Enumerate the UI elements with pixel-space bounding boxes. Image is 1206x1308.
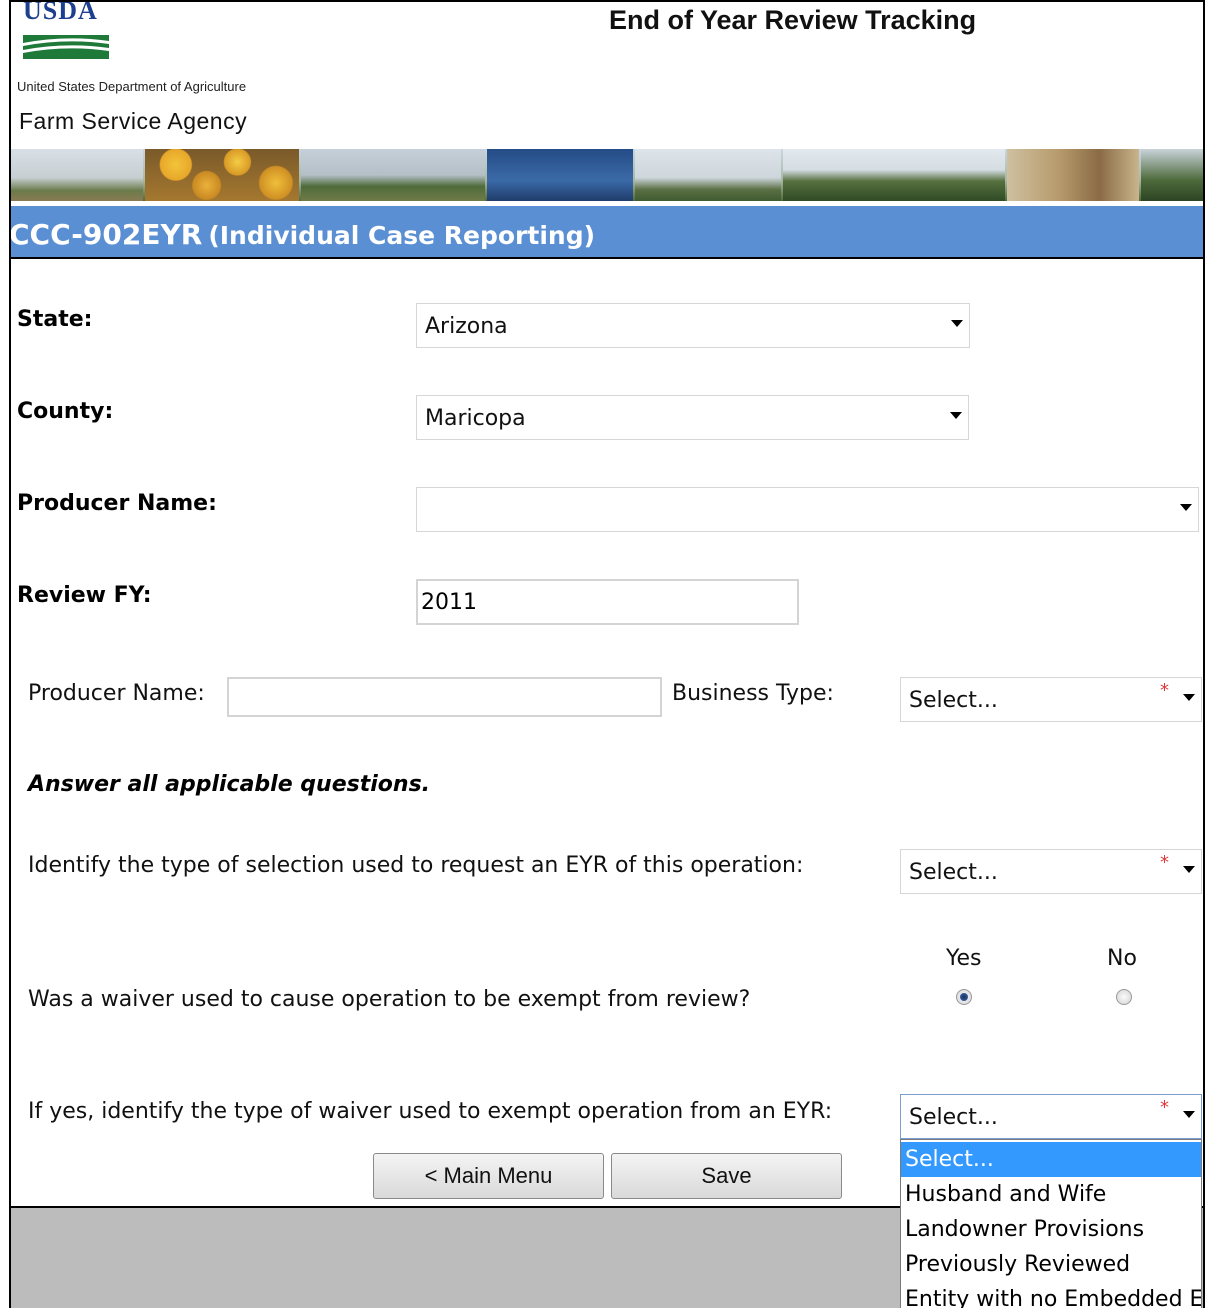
chevron-down-icon (951, 320, 963, 327)
app-title: End of Year Review Tracking (609, 5, 977, 35)
form-title: CCC-902EYR (Individual Case Reporting) (9, 218, 596, 251)
producer-name-select[interactable] (416, 487, 1199, 532)
usda-logo-fields-icon (23, 35, 109, 59)
main-menu-button[interactable]: < Main Menu (373, 1153, 604, 1199)
form-title-code: CCC-902EYR (9, 218, 203, 251)
business-type-label: Business Type: (672, 681, 834, 706)
usda-logo: USDA (17, 0, 109, 64)
instruction-text: Answer all applicable questions. (28, 772, 431, 797)
county-select-value: Maricopa (425, 406, 526, 431)
waiver-type-label: If yes, identify the type of waiver used… (28, 1099, 833, 1124)
waiver-no-radio[interactable] (1116, 989, 1132, 1005)
state-select-value: Arizona (425, 314, 508, 339)
header-banner-image (11, 149, 1203, 201)
dropdown-option-husband-and-wife[interactable]: Husband and Wife (901, 1177, 1201, 1212)
selection-type-label: Identify the type of selection used to r… (28, 853, 804, 878)
chevron-down-icon (1180, 504, 1192, 511)
county-select[interactable]: Maricopa (416, 395, 969, 440)
dropdown-option-previously-reviewed[interactable]: Previously Reviewed (901, 1247, 1201, 1282)
department-name: United States Department of Agriculture (17, 79, 247, 94)
waiver-type-value: Select... (909, 1105, 998, 1130)
agency-name: Farm Service Agency (19, 108, 248, 134)
state-select[interactable]: Arizona (416, 303, 970, 348)
required-marker: * (1160, 852, 1169, 873)
chevron-down-icon (1183, 694, 1195, 701)
waiver-type-select[interactable]: Select... * (900, 1094, 1202, 1139)
form-title-subtitle: (Individual Case Reporting) (208, 221, 596, 250)
page-frame: USDA United States Department of Agricul… (9, 0, 1205, 1308)
required-marker: * (1160, 1097, 1169, 1118)
usda-logo-text: USDA (23, 0, 98, 25)
waiver-yes-label: Yes (946, 946, 982, 971)
selection-type-value: Select... (909, 860, 998, 885)
waiver-type-dropdown-list: Select... Husband and Wife Landowner Pro… (900, 1139, 1202, 1308)
dropdown-option-landowner-provisions[interactable]: Landowner Provisions (901, 1212, 1201, 1247)
required-marker: * (1160, 680, 1169, 701)
business-type-value: Select... (909, 688, 998, 713)
review-fy-input[interactable]: 2011 (416, 579, 799, 625)
waiver-yes-radio[interactable] (956, 989, 972, 1005)
producer-name-input[interactable] (227, 677, 662, 717)
state-label: State: (17, 307, 93, 332)
save-button[interactable]: Save (611, 1153, 842, 1199)
review-fy-value: 2011 (421, 590, 477, 615)
chevron-down-icon (1183, 1111, 1195, 1118)
dropdown-option-select[interactable]: Select... (901, 1142, 1201, 1177)
business-type-select[interactable]: Select... * (900, 677, 1202, 722)
form-title-bar: CCC-902EYR (Individual Case Reporting) (9, 206, 1203, 259)
county-label: County: (17, 399, 114, 424)
waiver-used-label: Was a waiver used to cause operation to … (28, 987, 751, 1012)
review-fy-label: Review FY: (17, 583, 152, 608)
chevron-down-icon (950, 412, 962, 419)
producer-name-label: Producer Name: (28, 681, 205, 706)
producer-name-select-label: Producer Name: (17, 491, 217, 516)
chevron-down-icon (1183, 866, 1195, 873)
waiver-no-label: No (1107, 946, 1137, 971)
selection-type-select[interactable]: Select... * (900, 849, 1202, 894)
dropdown-option-entity-no-embedded[interactable]: Entity with no Embedded E (901, 1282, 1201, 1308)
